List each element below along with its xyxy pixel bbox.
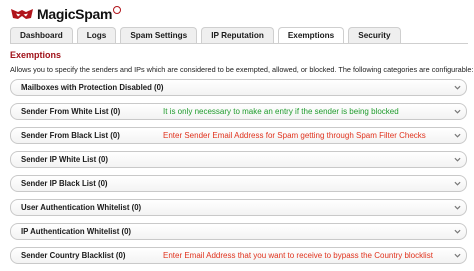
accordion-label: Sender From White List (0) [21, 107, 121, 116]
accordion-label: Sender From Black List (0) [21, 131, 120, 140]
chevron-down-icon [454, 133, 461, 138]
tab-divider [10, 43, 468, 44]
accordion-ip-authentication-whitelist[interactable]: IP Authentication Whitelist (0) [10, 223, 467, 240]
accordion-label: Mailboxes with Protection Disabled (0) [21, 83, 164, 92]
chevron-down-icon [454, 85, 461, 90]
accordion-user-authentication-whitelist[interactable]: User Authentication Whitelist (0) [10, 199, 467, 216]
magicspam-logo-icon [11, 9, 33, 19]
accordion-label: IP Authentication Whitelist (0) [21, 227, 132, 236]
tab-security[interactable]: Security [348, 27, 401, 43]
tab-dashboard[interactable]: Dashboard [10, 27, 73, 43]
chevron-down-icon [454, 253, 461, 258]
trademark-badge [113, 6, 122, 14]
accordion-sender-ip-black-list[interactable]: Sender IP Black List (0) [10, 175, 467, 192]
chevron-down-icon [454, 181, 461, 186]
tab-ip-reputation[interactable]: IP Reputation [201, 27, 274, 43]
chevron-down-icon [454, 205, 461, 210]
accordion-sender-from-black-list[interactable]: Sender From Black List (0) Enter Sender … [10, 127, 467, 144]
exemption-categories: Mailboxes with Protection Disabled (0) S… [10, 79, 467, 271]
annotation-note: Enter Sender Email Address for Spam gett… [163, 131, 426, 140]
chevron-down-icon [454, 109, 461, 114]
accordion-mailboxes-protection-disabled[interactable]: Mailboxes with Protection Disabled (0) [10, 79, 467, 96]
app-name: MagicSpam [37, 6, 113, 22]
annotation-note: Enter Email Address that you want to rec… [163, 251, 433, 260]
chevron-down-icon [454, 229, 461, 234]
tab-spam-settings[interactable]: Spam Settings [120, 27, 198, 43]
accordion-label: User Authentication Whitelist (0) [21, 203, 142, 212]
tab-exemptions[interactable]: Exemptions [277, 27, 345, 43]
accordion-sender-country-blacklist[interactable]: Sender Country Blacklist (0) Enter Email… [10, 247, 467, 264]
app-logo: MagicSpam [10, 5, 122, 23]
main-tabs: Dashboard Logs Spam Settings IP Reputati… [10, 27, 401, 43]
accordion-label: Sender IP White List (0) [21, 155, 108, 164]
accordion-sender-from-white-list[interactable]: Sender From White List (0) It is only ne… [10, 103, 467, 120]
annotation-note: It is only necessary to make an entry if… [163, 107, 399, 116]
chevron-down-icon [454, 157, 461, 162]
accordion-label: Sender IP Black List (0) [21, 179, 108, 188]
accordion-label: Sender Country Blacklist (0) [21, 251, 126, 260]
page-title: Exemptions [10, 50, 62, 60]
tab-logs[interactable]: Logs [76, 27, 117, 43]
page-description: Allows you to specify the senders and IP… [10, 65, 474, 74]
accordion-sender-ip-white-list[interactable]: Sender IP White List (0) [10, 151, 467, 168]
